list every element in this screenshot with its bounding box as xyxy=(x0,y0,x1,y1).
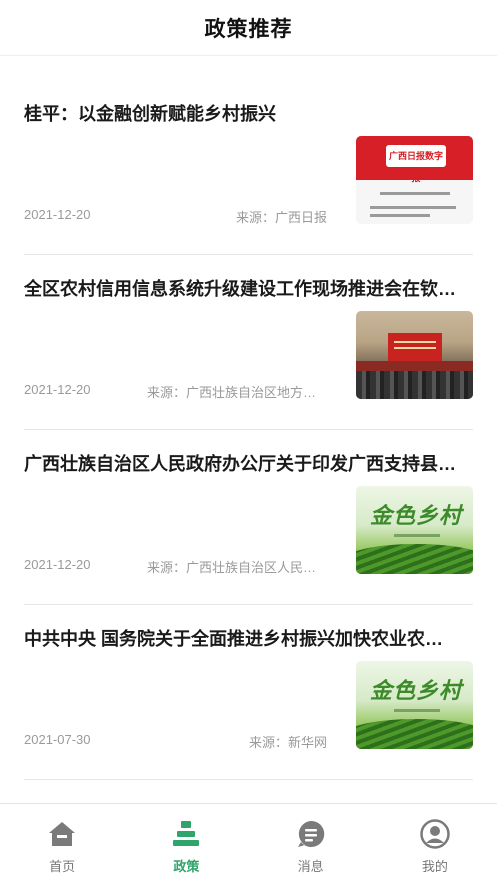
policy-icon xyxy=(173,821,200,846)
banner-calligraphy: 金色乡村 xyxy=(370,678,463,704)
tab-label: 我的 xyxy=(421,859,448,874)
tab-policy[interactable]: 政策 xyxy=(124,804,248,883)
article-item[interactable]: 全区农村信用信息系统升级建设工作现场推进会在钦… 2021-12-20 来源：广… xyxy=(24,255,473,430)
tab-home[interactable]: 首页 xyxy=(0,804,124,883)
green-banner-thumb[interactable]: 金色乡村 xyxy=(356,661,473,749)
top-header: 政策推荐 xyxy=(0,0,497,56)
green-banner-thumb[interactable]: 金色乡村 xyxy=(356,486,473,574)
article-item[interactable]: 广西壮族自治区人民政府办公厅关于印发广西支持县… 2021-12-20 来源：广… xyxy=(24,430,473,605)
article-source: 来源：广西壮族自治区人民政… xyxy=(147,560,327,575)
article-source: 来源：广西壮族自治区地方金… xyxy=(147,385,327,400)
profile-icon xyxy=(420,819,450,849)
article-item[interactable]: 中共中央 国务院关于全面推进乡村振兴加快农业农… 2021-07-30 来源：新… xyxy=(24,605,473,780)
article-title[interactable]: 桂平：以金融创新赋能乡村振兴 xyxy=(24,100,473,126)
article-source: 来源：新华网 xyxy=(248,735,327,750)
article-title[interactable]: 广西壮族自治区人民政府办公厅关于印发广西支持县… xyxy=(24,450,473,476)
page-title: 政策推荐 xyxy=(204,17,293,41)
tab-label: 政策 xyxy=(173,859,200,874)
tab-label: 消息 xyxy=(297,859,324,874)
article-date: 2021-12-20 xyxy=(24,557,91,572)
article-date: 2021-12-20 xyxy=(24,207,91,222)
message-icon xyxy=(297,820,324,847)
tab-profile[interactable]: 我的 xyxy=(373,804,497,883)
meeting-photo-thumb[interactable] xyxy=(356,311,473,399)
article-item[interactable]: 桂平：以金融创新赋能乡村振兴 2021-12-20 来源：广西日报 广西日报数字… xyxy=(24,80,473,255)
home-icon xyxy=(49,822,76,846)
policy-article-list: 桂平：以金融创新赋能乡村振兴 2021-12-20 来源：广西日报 广西日报数字… xyxy=(0,80,497,780)
article-source: 来源：广西日报 xyxy=(235,210,327,225)
article-date: 2021-07-30 xyxy=(24,732,91,747)
tab-messages[interactable]: 消息 xyxy=(249,804,373,883)
article-title[interactable]: 全区农村信用信息系统升级建设工作现场推进会在钦… xyxy=(24,275,473,301)
article-date: 2021-12-20 xyxy=(24,382,91,397)
newspaper-thumb[interactable]: 广西日报数字报 xyxy=(356,136,473,224)
banner-calligraphy: 金色乡村 xyxy=(370,503,463,529)
bottom-tab-bar: 首页 政策 消息 我的 xyxy=(0,803,497,883)
tab-label: 首页 xyxy=(49,859,76,874)
newspaper-badge: 广西日报数字报 xyxy=(386,145,446,183)
article-title[interactable]: 中共中央 国务院关于全面推进乡村振兴加快农业农… xyxy=(24,625,473,651)
